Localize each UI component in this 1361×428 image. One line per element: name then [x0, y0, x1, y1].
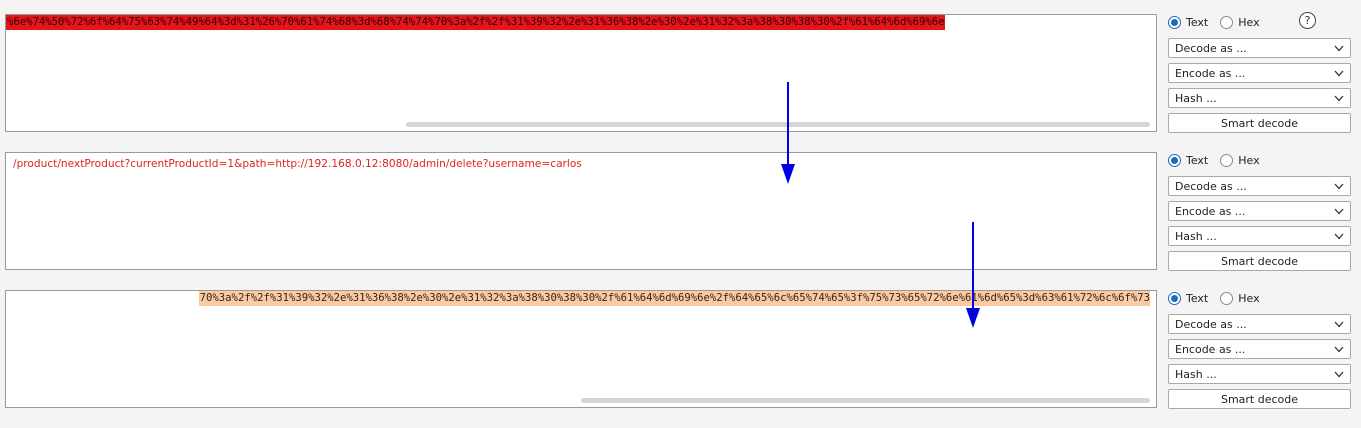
text-radio-2[interactable]: Text: [1168, 153, 1209, 167]
encode-as-dropdown-1[interactable]: Encode as ...: [1168, 63, 1351, 83]
help-icon[interactable]: ?: [1299, 12, 1316, 29]
encode-as-dropdown-2[interactable]: Encode as ...: [1168, 201, 1351, 221]
format-radio-group-2: Text Hex: [1168, 150, 1351, 170]
encode-as-label: Encode as ...: [1175, 342, 1246, 356]
encode-as-label: Encode as ...: [1175, 204, 1246, 218]
decoded-text-pane-2[interactable]: /product/nextProduct?currentProductId=1&…: [5, 152, 1157, 270]
chevron-down-icon: [1334, 95, 1344, 101]
decode-as-label: Decode as ...: [1175, 41, 1247, 55]
hex-radio-3[interactable]: Hex: [1220, 291, 1260, 305]
hex-radio-label: Hex: [1238, 15, 1260, 29]
smart-decode-button-1[interactable]: Smart decode: [1168, 113, 1351, 133]
encoded-text-pane-1[interactable]: %6e%74%50%72%6f%64%75%63%74%49%64%3d%31%…: [5, 14, 1157, 132]
controls-panel-2: Text Hex Decode as ... Encode as ... Has…: [1168, 150, 1351, 271]
text-radio-3[interactable]: Text: [1168, 291, 1209, 305]
text-radio-label: Text: [1186, 153, 1209, 167]
encode-as-label: Encode as ...: [1175, 66, 1246, 80]
chevron-down-icon: [1334, 45, 1344, 51]
radio-selected-icon: [1168, 15, 1181, 29]
radio-selected-icon: [1168, 291, 1181, 305]
chevron-down-icon: [1334, 208, 1344, 214]
hex-radio-label: Hex: [1238, 153, 1260, 167]
chevron-down-icon: [1334, 70, 1344, 76]
pane-2-text[interactable]: /product/nextProduct?currentProductId=1&…: [12, 157, 582, 172]
hash-dropdown-2[interactable]: Hash ...: [1168, 226, 1351, 246]
format-radio-group-1: Text Hex ?: [1168, 12, 1351, 32]
decode-as-label: Decode as ...: [1175, 179, 1247, 193]
decode-as-dropdown-1[interactable]: Decode as ...: [1168, 38, 1351, 58]
encode-as-dropdown-3[interactable]: Encode as ...: [1168, 339, 1351, 359]
smart-decode-button-2[interactable]: Smart decode: [1168, 251, 1351, 271]
chevron-down-icon: [1334, 183, 1344, 189]
decode-as-label: Decode as ...: [1175, 317, 1247, 331]
text-radio-label: Text: [1186, 15, 1209, 29]
chevron-down-icon: [1334, 321, 1344, 327]
hash-label: Hash ...: [1175, 367, 1217, 381]
text-radio-label: Text: [1186, 291, 1209, 305]
radio-selected-icon: [1168, 153, 1181, 167]
encoded-text-pane-3[interactable]: 70%3a%2f%2f%31%39%32%2e%31%36%38%2e%30%2…: [5, 290, 1157, 408]
pane-1-text[interactable]: %6e%74%50%72%6f%64%75%63%74%49%64%3d%31%…: [6, 15, 945, 30]
down-arrow-annotation: [966, 222, 980, 328]
format-radio-group-3: Text Hex: [1168, 288, 1351, 308]
radio-unselected-icon: [1220, 153, 1234, 167]
hex-radio-label: Hex: [1238, 291, 1260, 305]
decode-as-dropdown-3[interactable]: Decode as ...: [1168, 314, 1351, 334]
smart-decode-button-3[interactable]: Smart decode: [1168, 389, 1351, 409]
hash-label: Hash ...: [1175, 229, 1217, 243]
hex-radio-1[interactable]: Hex: [1220, 15, 1260, 29]
text-radio-1[interactable]: Text: [1168, 15, 1209, 29]
radio-unselected-icon: [1220, 15, 1234, 29]
pane-3-horizontal-scrollbar[interactable]: [581, 398, 1150, 403]
hash-dropdown-1[interactable]: Hash ...: [1168, 88, 1351, 108]
controls-panel-1: Text Hex ? Decode as ... Encode as ... H…: [1168, 12, 1351, 133]
controls-panel-3: Text Hex Decode as ... Encode as ... Has…: [1168, 288, 1351, 409]
down-arrow-annotation: [781, 82, 795, 184]
hash-dropdown-3[interactable]: Hash ...: [1168, 364, 1351, 384]
decode-as-dropdown-2[interactable]: Decode as ...: [1168, 176, 1351, 196]
hex-radio-2[interactable]: Hex: [1220, 153, 1260, 167]
chevron-down-icon: [1334, 371, 1344, 377]
radio-unselected-icon: [1220, 291, 1234, 305]
chevron-down-icon: [1334, 233, 1344, 239]
pane-3-text[interactable]: 70%3a%2f%2f%31%39%32%2e%31%36%38%2e%30%2…: [198, 291, 1150, 306]
chevron-down-icon: [1334, 346, 1344, 352]
hash-label: Hash ...: [1175, 91, 1217, 105]
